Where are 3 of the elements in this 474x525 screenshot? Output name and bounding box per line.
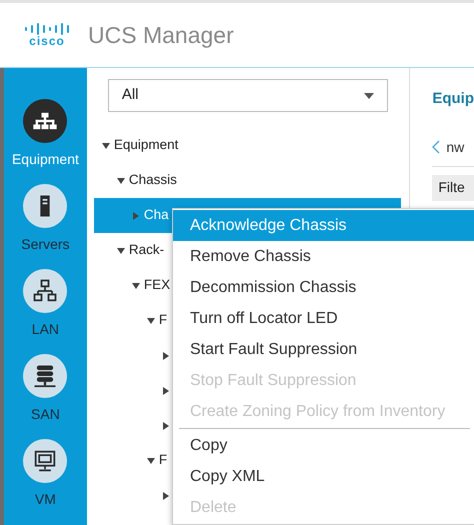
app-title: UCS Manager — [88, 20, 234, 50]
panel-title: Equip — [432, 89, 474, 109]
cisco-logo: cisco — [22, 23, 72, 47]
